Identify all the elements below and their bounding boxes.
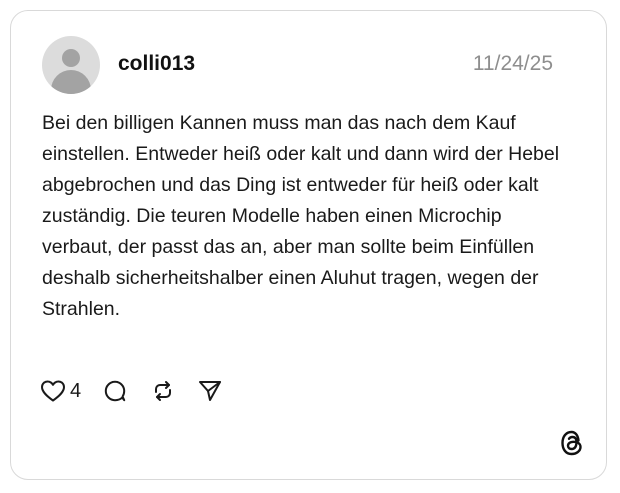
share-button[interactable] (197, 379, 223, 403)
action-bar: 4 (40, 376, 223, 406)
threads-logo-icon (561, 430, 582, 456)
username[interactable]: colli013 (118, 51, 195, 77)
post-card: colli013 11/24/25 Bei den billigen Kanne… (10, 10, 607, 480)
repost-icon (155, 381, 172, 401)
share-icon (199, 381, 222, 401)
avatar-head-shape (62, 49, 80, 67)
post-date: 11/24/25 (472, 52, 553, 75)
heart-icon (41, 380, 65, 402)
post-text: Bei den billigen Kannen muss man das nac… (42, 112, 560, 320)
like-count: 4 (70, 380, 82, 402)
avatar-body-shape (51, 70, 91, 94)
like-button[interactable]: 4 (40, 379, 81, 403)
comment-button[interactable] (103, 379, 127, 403)
avatar[interactable] (42, 36, 100, 94)
repost-button[interactable] (151, 379, 175, 403)
comment-icon (104, 380, 126, 402)
